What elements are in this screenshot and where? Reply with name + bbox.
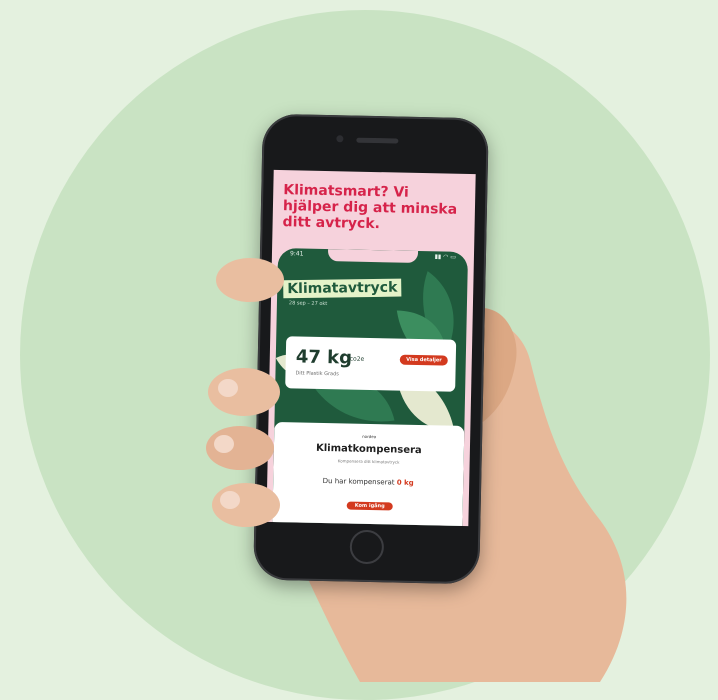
fingers-illustration (206, 258, 284, 527)
